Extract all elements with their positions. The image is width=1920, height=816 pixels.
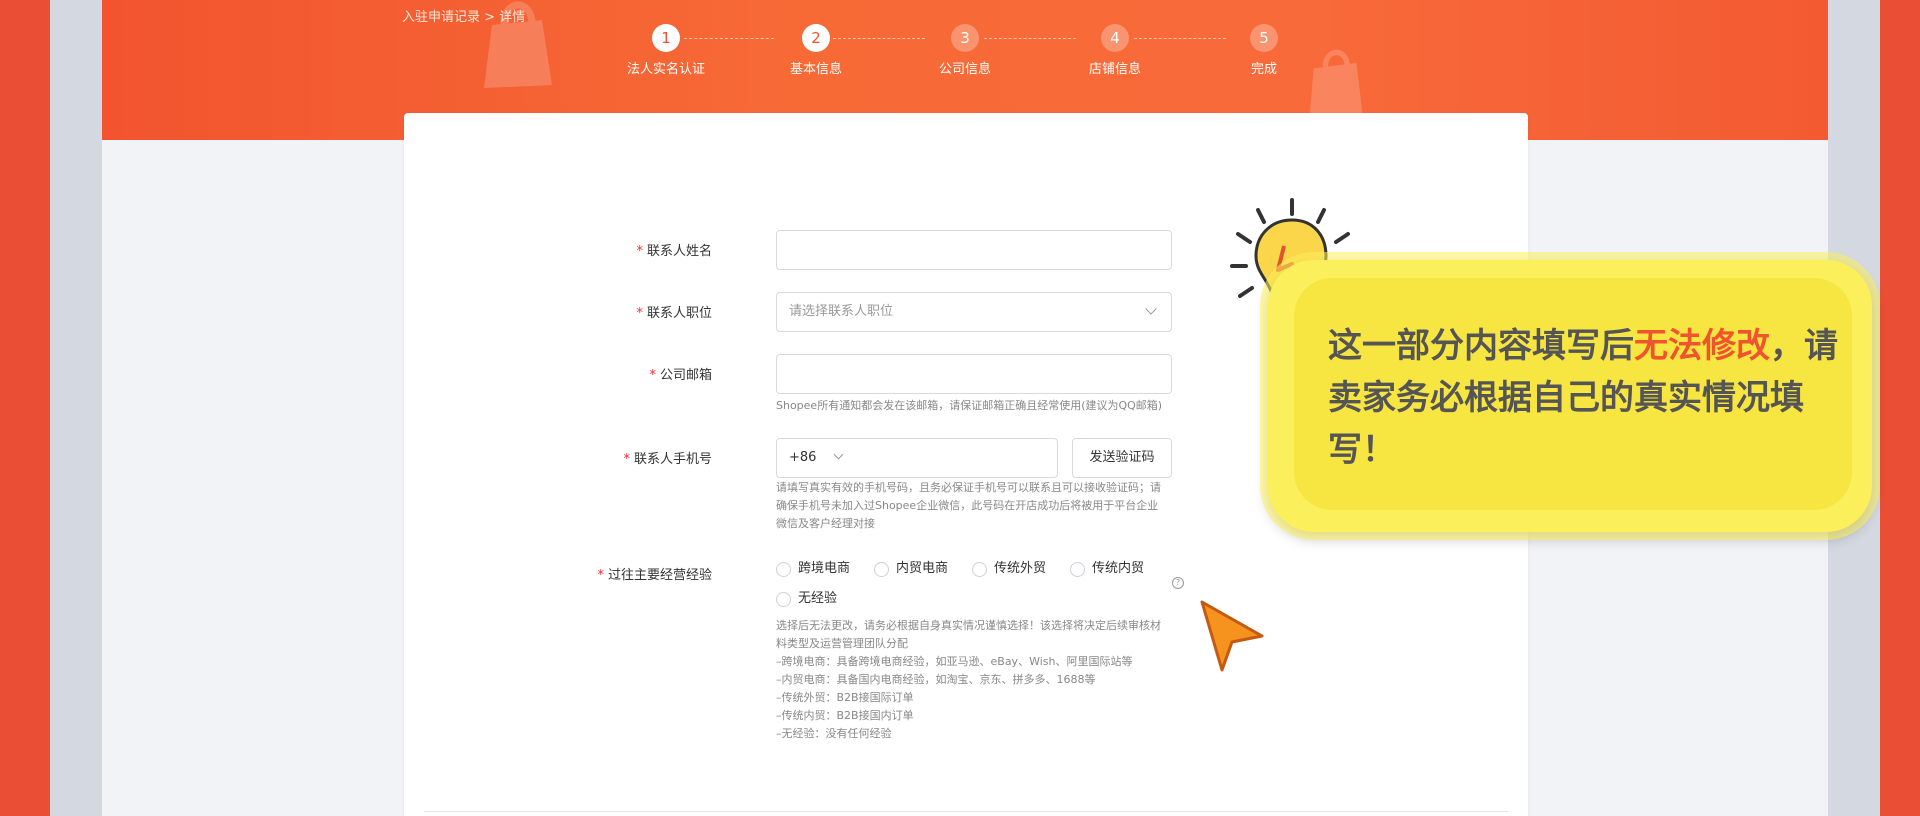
- step-label: 基本信息: [789, 62, 842, 77]
- cursor-pointer-icon: [1200, 600, 1264, 672]
- frame-left: [0, 0, 50, 816]
- tip-callout: 这一部分内容填写后无法修改，请卖家务必根据自己的真实情况填写！: [1268, 260, 1872, 532]
- tip-highlight: 无法修改: [1634, 326, 1770, 366]
- contact-phone-hint: 请填写真实有效的手机号码，且务必保证手机号可以联系且可以接收验证码；请 确保手机…: [776, 481, 1161, 530]
- radio-domestic-ecommerce[interactable]: 内贸电商: [874, 560, 948, 578]
- step-number: 2: [802, 24, 830, 52]
- contact-position-select[interactable]: 请选择联系人职位: [776, 292, 1172, 332]
- contact-position-label: * 联系人职位: [636, 306, 712, 321]
- step-number: 1: [652, 24, 680, 52]
- frame-right: [1880, 0, 1920, 816]
- step-number: 3: [951, 24, 979, 52]
- progress-steps: 1 法人实名认证 2 基本信息 3 公司信息 4 店铺信息 5 完成: [102, 24, 1828, 84]
- card-divider: [424, 811, 1508, 812]
- required-mark: *: [636, 244, 643, 259]
- contact-phone-label: * 联系人手机号: [623, 452, 712, 467]
- radio-traditional-domestic[interactable]: 传统内贸: [1070, 560, 1144, 578]
- help-icon[interactable]: ?: [1172, 577, 1184, 589]
- step-4: 4 店铺信息: [1055, 24, 1175, 77]
- step-number: 5: [1250, 24, 1278, 52]
- breadcrumb-current: 详情: [499, 10, 526, 25]
- step-5: 5 完成: [1204, 24, 1324, 77]
- radio-traditional-export[interactable]: 传统外贸: [972, 560, 1046, 578]
- required-mark: *: [623, 452, 630, 467]
- experience-notes: 选择后无法更改，请务必根据自身真实情况谨慎选择！该选择将决定后续审核材 料类型及…: [776, 619, 1161, 740]
- contact-position-placeholder: 请选择联系人职位: [789, 304, 894, 319]
- radio-cross-border-ecommerce[interactable]: 跨境电商: [776, 560, 850, 578]
- step-label: 公司信息: [938, 62, 991, 77]
- country-code-select[interactable]: +86: [789, 450, 816, 465]
- contact-phone-input[interactable]: +86: [776, 438, 1058, 478]
- contact-name-input[interactable]: [776, 230, 1172, 270]
- step-1: 1 法人实名认证: [606, 24, 726, 77]
- step-2: 2 基本信息: [756, 24, 876, 77]
- step-label: 法人实名认证: [626, 62, 705, 77]
- radio-no-experience[interactable]: 无经验: [776, 590, 837, 608]
- step-number: 4: [1101, 24, 1129, 52]
- required-mark: *: [597, 568, 604, 583]
- step-label: 完成: [1250, 62, 1277, 77]
- company-email-input[interactable]: [776, 354, 1172, 394]
- step-3: 3 公司信息: [905, 24, 1025, 77]
- chevron-down-icon: [833, 449, 844, 460]
- experience-label: * 过往主要经营经验: [597, 568, 712, 583]
- chevron-down-icon: [1145, 303, 1157, 315]
- tip-callout-text: 这一部分内容填写后无法修改，请卖家务必根据自己的真实情况填写！: [1328, 326, 1838, 470]
- breadcrumb: 入驻申请记录 > 详情: [402, 6, 525, 25]
- company-email-hint: Shopee所有通知都会发在该邮箱，请保证邮箱正确且经常使用(建议为QQ邮箱): [776, 399, 1163, 412]
- required-mark: *: [636, 306, 643, 321]
- breadcrumb-parent[interactable]: 入驻申请记录: [402, 10, 480, 25]
- company-email-label: * 公司邮箱: [649, 368, 712, 383]
- frame-left-inner: [50, 0, 102, 816]
- send-code-button[interactable]: 发送验证码: [1072, 438, 1172, 478]
- breadcrumb-separator: >: [484, 10, 496, 25]
- contact-name-label: * 联系人姓名: [636, 244, 712, 259]
- required-mark: *: [649, 368, 656, 383]
- step-label: 店铺信息: [1088, 62, 1141, 77]
